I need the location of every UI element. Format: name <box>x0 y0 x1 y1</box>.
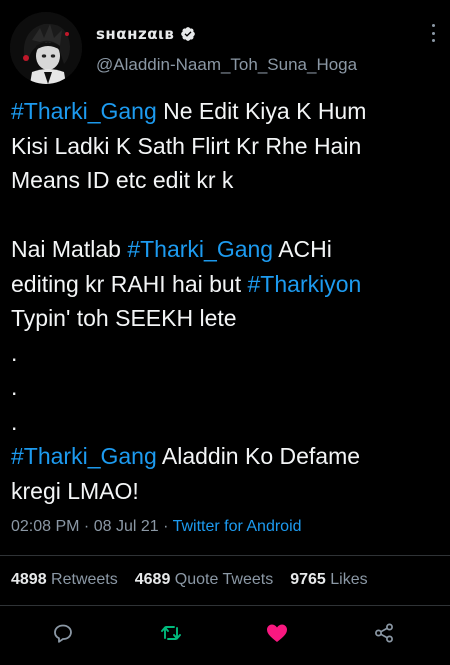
tweet-line: Means ID etc edit kr k <box>11 163 441 198</box>
avatar[interactable] <box>10 12 82 84</box>
display-name[interactable]: ѕнαнzαιв <box>96 25 174 43</box>
tweet-line: . <box>11 405 441 440</box>
more-vertical-icon[interactable] <box>430 24 436 42</box>
retweets-stat[interactable]: 4898 Retweets <box>11 571 118 589</box>
author-handle[interactable]: @Aladdin-Naam_Toh_Suna_Hoga <box>96 55 357 75</box>
tweet-text-segment: Typin' toh SEEKH lete <box>11 305 237 331</box>
hashtag-link[interactable]: #Tharki_Gang <box>127 236 273 262</box>
tweet-text-segment: . <box>11 339 18 366</box>
tweet-text-segment: Aladdin Ko Defame <box>156 443 361 469</box>
likes-count: 9765 <box>290 571 326 588</box>
tweet-time: 02:08 PM <box>11 518 80 535</box>
meta-separator: · <box>79 518 94 535</box>
author-name-row[interactable]: ѕнαнzαιв <box>96 25 196 43</box>
hashtag-link[interactable]: #Tharki_Gang <box>11 98 157 124</box>
tweet-line: Nai Matlab #Tharki_Gang ACHi <box>11 232 441 267</box>
share-icon[interactable] <box>372 621 396 645</box>
divider <box>0 555 450 556</box>
tweet-text-segment: Means ID etc edit kr k <box>11 167 234 193</box>
tweet-text-segment: Nai Matlab <box>11 236 128 262</box>
hashtag-link[interactable]: #Tharki_Gang <box>11 443 157 469</box>
tweet-date: 08 Jul 21 <box>93 518 159 535</box>
divider <box>0 605 450 606</box>
quotes-count: 4689 <box>134 571 171 588</box>
tweet-line: kregi LMAO! <box>11 474 441 509</box>
verified-badge-icon <box>180 26 196 42</box>
tweet-header: ѕнαнzαιв @Aladdin-Naam_Toh_Suna_Hoga <box>0 0 450 90</box>
tweet-text-segment: Kisi Ladki K Sath Flirt Kr Rhe Hain <box>11 132 362 159</box>
tweet-line <box>11 198 441 233</box>
retweets-count: 4898 <box>11 571 47 588</box>
tweet-line: . <box>11 370 441 405</box>
tweet-line: Typin' toh SEEKH lete <box>11 301 441 336</box>
hashtag-link[interactable]: #Tharkiyon <box>248 271 362 297</box>
likes-label: Likes <box>330 571 368 588</box>
tweet-text: #Tharki_Gang Ne Edit Kiya K Hum Kisi Ladk… <box>11 94 441 508</box>
tweet-text-segment: ACHi <box>273 236 332 262</box>
heart-icon[interactable] <box>265 621 289 645</box>
likes-stat[interactable]: 9765 Likes <box>290 571 367 589</box>
tweet-text-segment: . <box>11 374 18 400</box>
tweet-text-segment: kregi LMAO! <box>11 477 139 504</box>
tweet-line: #Tharki_Gang Aladdin Ko Defame <box>11 439 441 474</box>
tweet-line: #Tharki_Gang Ne Edit Kiya K Hum <box>11 94 441 129</box>
retweet-icon[interactable] <box>159 621 183 645</box>
quotes-stat[interactable]: 4689 Quote Tweets <box>135 571 273 589</box>
tweet-actions <box>0 615 450 651</box>
tweet-meta: 02:08 PM · 08 Jul 21 · Twitter for Andro… <box>11 518 302 536</box>
tweet-text-segment: Ne Edit Kiya K Hum <box>156 98 367 124</box>
quotes-label: Quote Tweets <box>174 571 274 588</box>
tweet-stats: 4898 Retweets 4689 Quote Tweets 9765 Lik… <box>11 571 368 589</box>
tweet-text-segment: . <box>11 408 18 435</box>
tweet-line: . <box>11 336 441 371</box>
retweets-label: Retweets <box>51 571 118 588</box>
tweet-text-segment: editing kr RAHI hai but <box>11 270 248 297</box>
tweet-line: Kisi Ladki K Sath Flirt Kr Rhe Hain <box>11 129 441 164</box>
tweet-line: editing kr RAHI hai but #Tharkiyon <box>11 267 441 302</box>
avatar-image <box>10 12 82 84</box>
reply-icon[interactable] <box>51 621 75 645</box>
tweet-source-link[interactable]: Twitter for Android <box>173 518 302 535</box>
meta-separator: · <box>158 518 173 535</box>
